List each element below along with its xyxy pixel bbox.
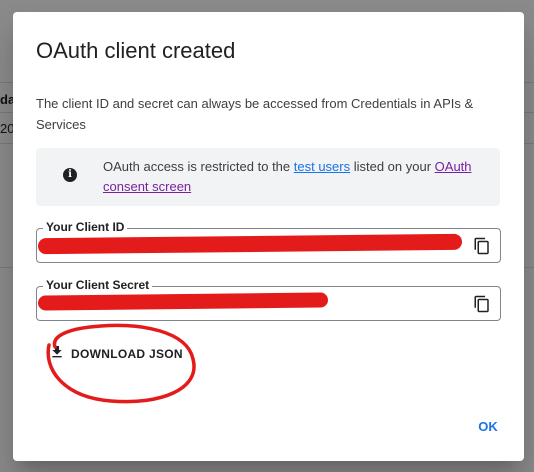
info-banner: i OAuth access is restricted to the test…: [36, 148, 500, 206]
annotation-circle: [46, 323, 196, 404]
info-icon: i: [63, 168, 77, 182]
test-users-link[interactable]: test users: [294, 159, 350, 174]
info-text-middle: listed on your: [350, 159, 435, 174]
copy-icon[interactable]: [473, 295, 491, 313]
ok-button[interactable]: OK: [470, 416, 506, 438]
copy-icon[interactable]: [473, 237, 491, 255]
oauth-client-created-dialog: OAuth client created The client ID and s…: [13, 12, 524, 461]
info-message: OAuth access is restricted to the test u…: [103, 157, 483, 197]
client-id-label: Your Client ID: [43, 220, 128, 234]
dialog-description: The client ID and secret can always be a…: [36, 96, 474, 132]
client-secret-label: Your Client Secret: [43, 278, 153, 292]
info-text-start: OAuth access is restricted to the: [103, 159, 294, 174]
dialog-title: OAuth client created: [36, 38, 236, 63]
redaction-mark: [37, 292, 329, 311]
